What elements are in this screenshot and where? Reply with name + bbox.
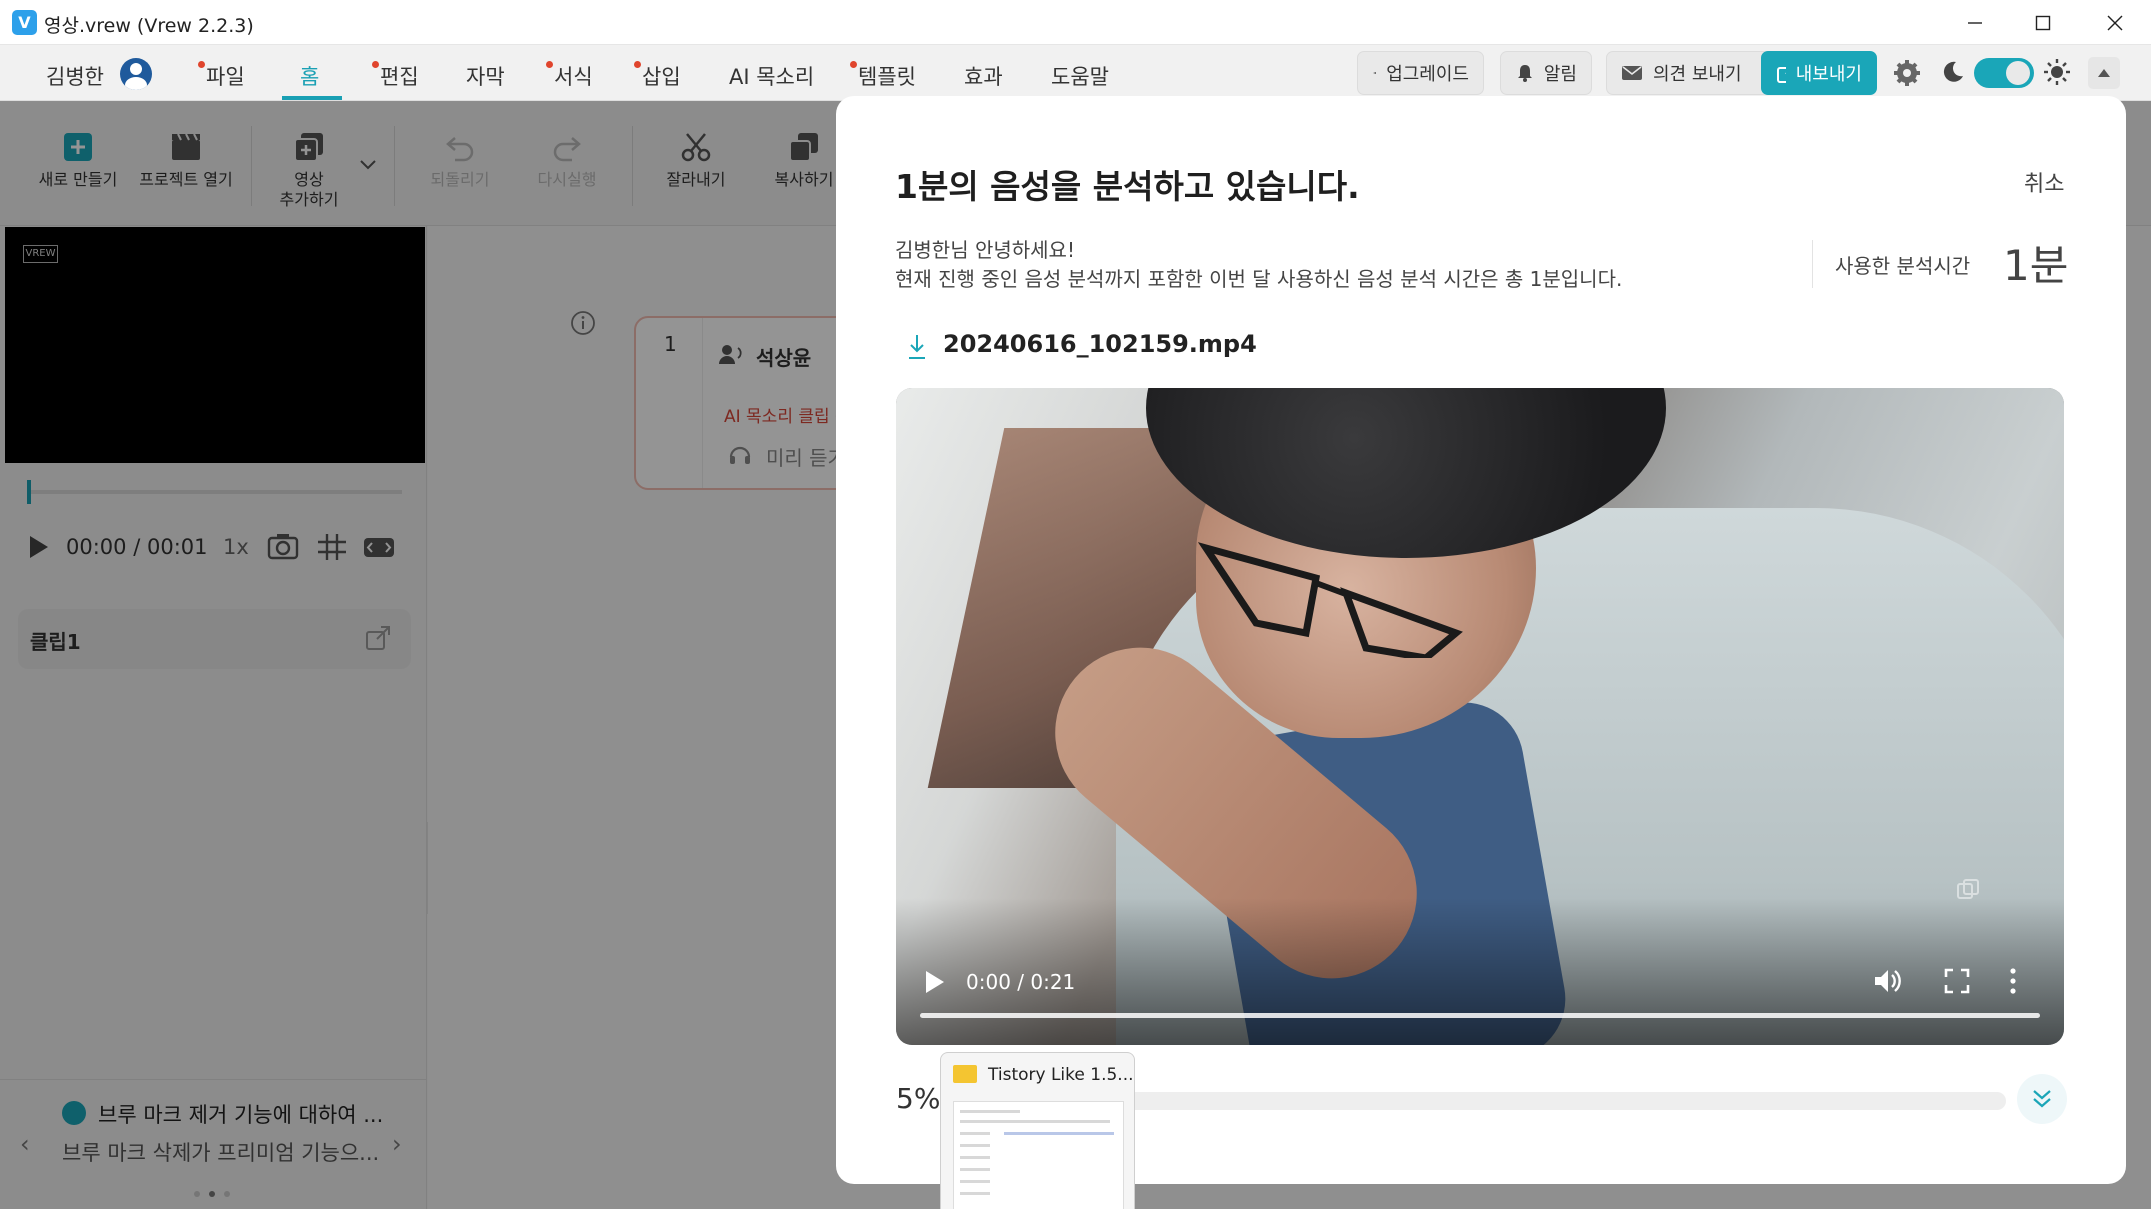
export-icon xyxy=(1777,67,1786,83)
play-icon[interactable] xyxy=(924,969,946,995)
theme-toggle[interactable] xyxy=(1974,58,2034,88)
menu-home[interactable]: 홈 xyxy=(300,61,319,91)
feedback-label: 의견 보내기 xyxy=(1653,64,1742,85)
thumbnail-title: Tistory Like 1.5... xyxy=(988,1065,1134,1085)
menu-bar: 김병한 파일 홈 편집 자막 서식 삽입 AI 목소리 템플릿 효과 도움말 업… xyxy=(0,45,2151,101)
analysis-progress-text: 5% xyxy=(896,1082,941,1115)
used-time-value: 1분 xyxy=(2003,241,2069,290)
title-bar: V 영상.vrew (Vrew 2.2.3) xyxy=(0,0,2151,45)
volume-icon[interactable] xyxy=(1872,966,1902,996)
menu-insert[interactable]: 삽입 xyxy=(634,61,681,91)
thumbnail-image xyxy=(953,1101,1124,1209)
fullscreen-icon[interactable] xyxy=(1944,968,1970,994)
upgrade-button[interactable]: 업그레이드 xyxy=(1357,51,1484,95)
export-button[interactable]: 내보내기 xyxy=(1761,51,1877,95)
bell-icon xyxy=(1518,65,1532,82)
folder-icon xyxy=(953,1065,977,1083)
caret-up-icon xyxy=(2098,69,2110,77)
menu-edit[interactable]: 편집 xyxy=(372,61,419,91)
more-vertical-icon[interactable] xyxy=(2008,966,2018,996)
minimize-icon xyxy=(1968,21,1982,24)
sparkle-icon xyxy=(1373,72,1377,74)
menu-subtitle[interactable]: 자막 xyxy=(466,61,505,91)
download-icon xyxy=(909,335,925,359)
menu-template[interactable]: 템플릿 xyxy=(850,61,916,91)
window-title: 영상.vrew (Vrew 2.2.3) xyxy=(44,15,254,37)
maximize-icon xyxy=(2035,15,2051,30)
file-name: 20240616_102159.mp4 xyxy=(943,330,1257,358)
usage-divider xyxy=(1812,240,1813,288)
maximize-button[interactable] xyxy=(2009,0,2077,45)
upgrade-label: 업그레이드 xyxy=(1386,64,1469,85)
modal-title: 1분의 음성을 분석하고 있습니다. xyxy=(895,167,1360,206)
menu-file[interactable]: 파일 xyxy=(198,61,245,91)
avatar[interactable] xyxy=(120,58,152,90)
expand-details-button[interactable] xyxy=(2017,1074,2067,1124)
menu-format[interactable]: 서식 xyxy=(546,61,593,91)
moon-icon xyxy=(1943,61,1963,82)
menu-effect[interactable]: 효과 xyxy=(964,61,1003,91)
mail-icon xyxy=(1622,66,1642,80)
voice-analysis-modal: 1분의 음성을 분석하고 있습니다. 취소 김병한님 안녕하세요! 현재 진행 … xyxy=(836,96,2126,1184)
taskbar-window-preview[interactable]: Tistory Like 1.5... xyxy=(940,1052,1135,1209)
cancel-button[interactable]: 취소 xyxy=(2024,166,2064,198)
feedback-button[interactable]: 의견 보내기 xyxy=(1606,51,1770,95)
video-frame-glasses xyxy=(1197,542,1463,658)
minimize-button[interactable] xyxy=(1941,0,2009,45)
active-tab-indicator xyxy=(282,96,342,100)
alert-button[interactable]: 알림 xyxy=(1500,51,1592,95)
video-progress-track[interactable] xyxy=(920,1013,2040,1018)
close-icon xyxy=(2107,15,2123,30)
menu-ai-voice[interactable]: AI 목소리 xyxy=(729,61,814,91)
usage-description: 현재 진행 중인 음성 분석까지 포함한 이번 달 사용하신 음성 분석 시간은… xyxy=(895,267,1623,291)
gear-icon[interactable] xyxy=(1892,58,1922,88)
export-label: 내보내기 xyxy=(1795,64,1862,85)
used-time-label: 사용한 분석시간 xyxy=(1835,254,1971,278)
sun-icon xyxy=(2044,59,2070,85)
greeting-text: 김병한님 안녕하세요! xyxy=(895,238,1075,262)
double-chevron-down-icon xyxy=(2033,1090,2051,1108)
user-name[interactable]: 김병한 xyxy=(46,61,104,91)
video-player[interactable]: 0:00 / 0:21 xyxy=(896,388,2064,1045)
video-time: 0:00 / 0:21 xyxy=(966,970,1076,994)
collapse-toolbar-button[interactable] xyxy=(2088,57,2120,89)
menu-help[interactable]: 도움말 xyxy=(1051,61,1109,91)
vrew-app-icon: V xyxy=(12,10,37,35)
close-window-button[interactable] xyxy=(2081,0,2149,45)
alert-label: 알림 xyxy=(1543,64,1577,85)
